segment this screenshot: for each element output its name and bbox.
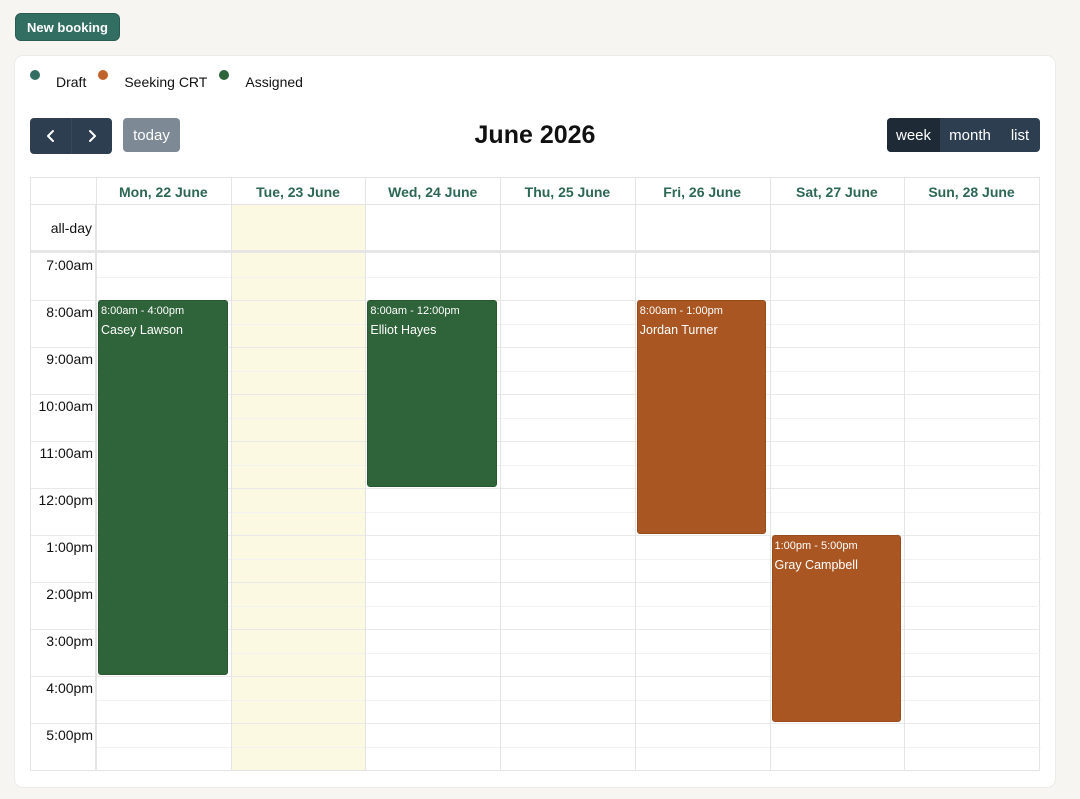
event-time: 8:00am - 12:00pm [370, 305, 460, 317]
legend-item-draft: Draft [30, 69, 86, 90]
column-divider [96, 178, 97, 770]
event-title: Gray Campbell [774, 558, 858, 572]
view-month-button[interactable]: month [940, 118, 1000, 152]
time-slot-label: 9:00am [46, 351, 93, 367]
week-time-grid: Mon, 22 June Tue, 23 June Wed, 24 June Thu,… [30, 177, 1041, 771]
new-booking-button[interactable]: New booking [15, 13, 120, 41]
chevron-left-icon [46, 130, 54, 142]
view-list-button[interactable]: list [1000, 118, 1040, 152]
event-time: 1:00pm - 5:00pm [774, 540, 858, 552]
time-slot-label: 12:00pm [38, 492, 93, 508]
event-elliot-hayes[interactable]: 8:00am - 12:00pm Elliot Hayes [367, 300, 498, 487]
time-slot-label: 4:00pm [46, 680, 93, 696]
view-switcher: week month list [887, 118, 1040, 152]
day-column[interactable] [230, 178, 366, 770]
chevron-right-icon [89, 130, 96, 142]
view-week-button[interactable]: week [887, 118, 940, 152]
legend-dot-seeking-crt [98, 70, 109, 80]
event-title: Casey Lawson [101, 323, 183, 337]
legend-dot-draft [30, 70, 40, 80]
time-slot-label: 2:00pm [46, 586, 93, 602]
column-divider [230, 178, 232, 770]
event-time: 8:00am - 1:00pm [639, 305, 723, 317]
nav-button-group [30, 118, 112, 154]
column-divider [500, 178, 502, 770]
calendar-card: Draft Seeking CRT Assigned today June 20… [15, 56, 1055, 787]
legend-label: Draft [56, 74, 87, 90]
legend-dot-assigned [219, 70, 230, 80]
event-title: Jordan Turner [639, 323, 718, 337]
allday-label: all-day [50, 219, 92, 236]
time-slot-label: 8:00am [46, 304, 93, 320]
event-jordan-turner[interactable]: 8:00am - 1:00pm Jordan Turner [636, 300, 767, 534]
today-button[interactable]: today [123, 118, 180, 152]
column-divider [365, 178, 367, 770]
legend-item-seeking-crt: Seeking CRT [98, 69, 207, 90]
time-slot-label: 10:00am [38, 398, 93, 414]
next-button[interactable] [71, 118, 112, 154]
day-column[interactable] [500, 178, 635, 770]
event-casey-lawson[interactable]: 8:00am - 4:00pm Casey Lawson [98, 300, 228, 675]
column-divider [904, 178, 906, 770]
legend-item-assigned: Assigned [219, 69, 303, 90]
time-slot-label: 3:00pm [46, 633, 93, 649]
prev-button[interactable] [30, 118, 71, 154]
day-column[interactable] [904, 178, 1039, 770]
event-title: Elliot Hayes [370, 323, 437, 337]
status-legend: Draft Seeking CRT Assigned [30, 69, 315, 90]
time-slot-label: 7:00am [46, 257, 93, 273]
calendar-toolbar: today June 2026 week month list [30, 118, 1040, 154]
legend-label: Seeking CRT [124, 74, 208, 90]
time-slot-label: 11:00am [39, 445, 93, 461]
event-time: 8:00am - 4:00pm [101, 305, 185, 317]
time-slot-label: 5:00pm [46, 727, 93, 743]
legend-label: Assigned [245, 74, 303, 90]
time-slot-label: 1:00pm [46, 539, 93, 555]
column-divider [769, 178, 771, 770]
column-divider [634, 178, 636, 770]
event-gray-campbell[interactable]: 1:00pm - 5:00pm Gray Campbell [771, 535, 902, 722]
